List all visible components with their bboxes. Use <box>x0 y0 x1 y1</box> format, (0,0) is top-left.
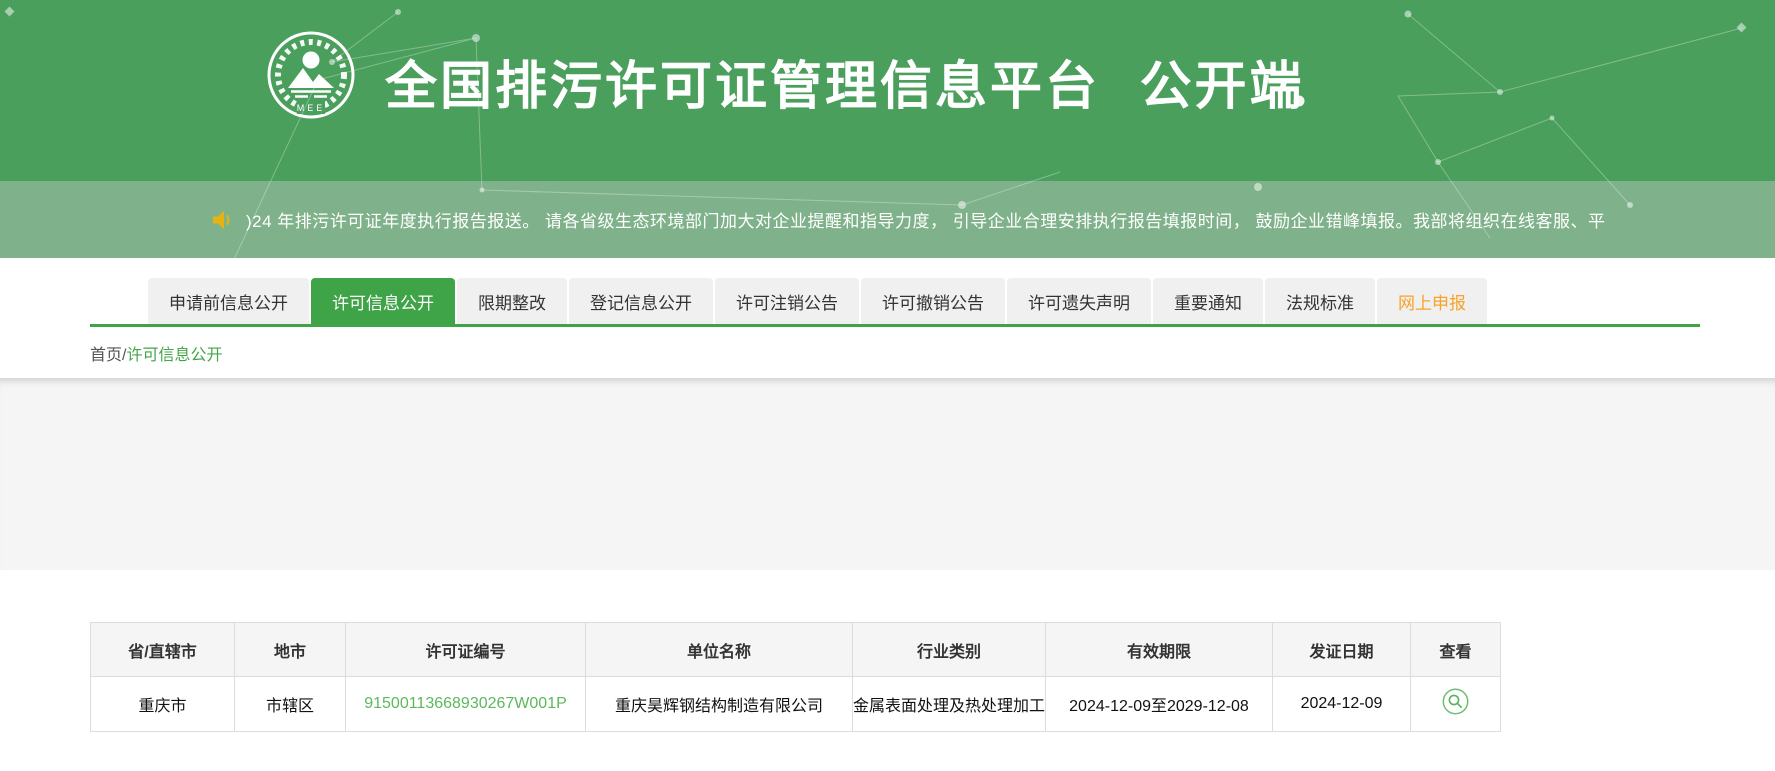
speaker-icon <box>213 210 235 230</box>
col-header-company: 单位名称 <box>586 623 853 677</box>
col-header-validity: 有效期限 <box>1046 623 1273 677</box>
main-nav-tabs: 申请前信息公开 许可信息公开 限期整改 登记信息公开 许可注销公告 许可撤销公告… <box>148 278 1487 324</box>
col-header-industry: 行业类别 <box>853 623 1046 677</box>
tab-online-application[interactable]: 网上申报 <box>1377 278 1487 324</box>
breadcrumb: 首页/许可信息公开 <box>90 341 222 365</box>
tab-loss-declaration[interactable]: 许可遗失声明 <box>1007 278 1151 324</box>
table-header-row: 省/直辖市 地市 许可证编号 单位名称 行业类别 有效期限 发证日期 查看 <box>91 623 1501 677</box>
cell-industry: 金属表面处理及热处理加工 <box>853 677 1046 732</box>
logo-mee-text: MEE <box>297 103 326 113</box>
cell-province: 重庆市 <box>91 677 235 732</box>
tab-revocation-notice[interactable]: 许可撤销公告 <box>861 278 1005 324</box>
col-header-province: 省/直辖市 <box>91 623 235 677</box>
tab-important-notice[interactable]: 重要通知 <box>1153 278 1263 324</box>
announcement-text: )24 年排污许可证年度执行报告报送。 请各省级生态环境部门加大对企业提醒和指导… <box>246 207 1605 232</box>
page-title: 全国排污许可证管理信息平台 公开端 <box>385 44 1304 119</box>
breadcrumb-home-link[interactable]: 首页 <box>90 347 122 364</box>
cell-validity: 2024-12-09至2029-12-08 <box>1046 677 1273 732</box>
mee-logo[interactable]: MEE <box>266 30 356 120</box>
col-header-issue-date: 发证日期 <box>1273 623 1411 677</box>
tab-underline <box>90 324 1700 327</box>
cell-company: 重庆昊辉钢结构制造有限公司 <box>586 677 853 732</box>
breadcrumb-current: 许可信息公开 <box>126 347 222 364</box>
magnifier-circle-icon <box>1442 688 1469 715</box>
announcement-banner: )24 年排污许可证年度执行报告报送。 请各省级生态环境部门加大对企业提醒和指导… <box>0 181 1775 258</box>
table-row: 重庆市 市辖区 91500113668930267W001P 重庆昊辉钢结构制造… <box>91 677 1501 732</box>
results-table: 省/直辖市 地市 许可证编号 单位名称 行业类别 有效期限 发证日期 查看 重庆… <box>90 622 1501 732</box>
search-filter-panel: 省/直辖市: ==请选择省份== 地市: ==请选择城市== 单位名称: 许可证… <box>0 378 1775 570</box>
permit-public-portal-page: MEE 全国排污许可证管理信息平台 公开端 )24 年排污许可证年度执行报告报送… <box>0 0 1775 771</box>
site-header: MEE 全国排污许可证管理信息平台 公开端 <box>0 0 1775 181</box>
tab-rectification[interactable]: 限期整改 <box>457 278 567 324</box>
tab-registration-info[interactable]: 登记信息公开 <box>569 278 713 324</box>
view-detail-button[interactable] <box>1442 688 1469 715</box>
cell-issue-date: 2024-12-09 <box>1273 677 1411 732</box>
tab-cancellation-notice[interactable]: 许可注销公告 <box>715 278 859 324</box>
col-header-permit-no: 许可证编号 <box>346 623 586 677</box>
col-header-view: 查看 <box>1411 623 1501 677</box>
tab-permit-info-disclosure[interactable]: 许可信息公开 <box>311 278 455 324</box>
col-header-city: 地市 <box>235 623 346 677</box>
tab-regulations[interactable]: 法规标准 <box>1265 278 1375 324</box>
cell-city: 市辖区 <box>235 677 346 732</box>
permit-number-link[interactable]: 91500113668930267W001P <box>364 695 567 712</box>
tab-pre-application-disclosure[interactable]: 申请前信息公开 <box>148 278 309 324</box>
